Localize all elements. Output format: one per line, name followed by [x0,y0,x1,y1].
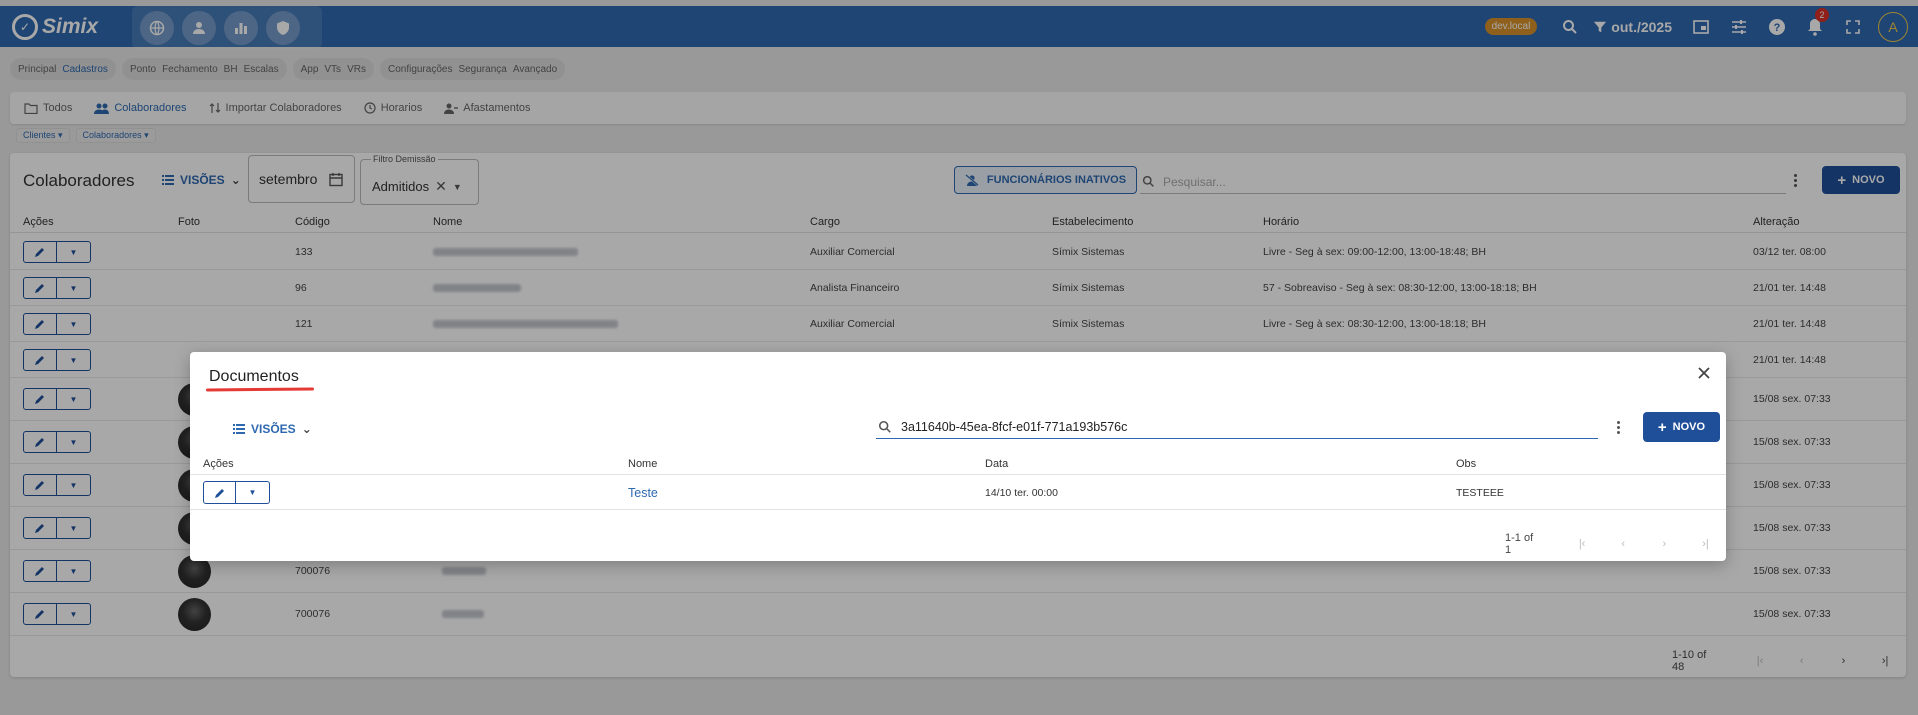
dialog-views-button[interactable]: VISÕES ⌄ [233,422,312,436]
chevron-down-icon[interactable]: ▼ [236,481,270,504]
col-obs[interactable]: Obs [1456,458,1476,470]
last-page-icon[interactable]: ›| [1685,538,1726,550]
document-date: 14/10 ter. 00:00 [985,487,1058,499]
chevron-down-icon: ⌄ [301,422,312,436]
col-nome[interactable]: Nome [628,458,657,470]
dialog-pagination: 1-1 of 1 |‹ ‹ › ›| [1505,532,1726,556]
list-icon [233,424,245,434]
dialog-pagination-range: 1-1 of 1 [1505,532,1534,556]
dialog-search-value: 3a11640b-45ea-8fcf-e01f-771a193b576c [901,419,1128,434]
plus-icon: + [1657,418,1667,436]
first-page-icon[interactable]: |‹ [1562,538,1603,550]
next-page-icon[interactable]: › [1644,538,1685,550]
title-annotation-underline [205,387,315,392]
dialog-views-label: VISÕES [251,422,296,436]
search-icon [878,420,891,433]
dialog-more-options-icon[interactable] [1610,419,1626,435]
document-obs: TESTEEE [1456,487,1504,499]
col-acoes: Ações [203,458,234,470]
dialog-title: Documentos [209,368,299,385]
dialog-new-button[interactable]: + NOVO [1643,412,1720,442]
dialog-search-input[interactable]: 3a11640b-45ea-8fcf-e01f-771a193b576c [876,415,1598,439]
row-actions: ▼ [203,481,271,504]
document-name-link[interactable]: Teste [628,486,658,500]
documents-dialog: Documentos VISÕES ⌄ 3a11640b-45ea-8fcf-e… [190,352,1726,561]
close-icon[interactable] [1696,365,1712,381]
dialog-new-label: NOVO [1672,421,1706,433]
table-row[interactable]: ▼ Teste 14/10 ter. 00:00 TESTEEE [190,475,1726,510]
prev-page-icon[interactable]: ‹ [1603,538,1644,550]
col-data[interactable]: Data [985,458,1008,470]
edit-icon[interactable] [203,481,236,504]
documents-table-header: Ações Nome Data Obs [190,455,1726,475]
